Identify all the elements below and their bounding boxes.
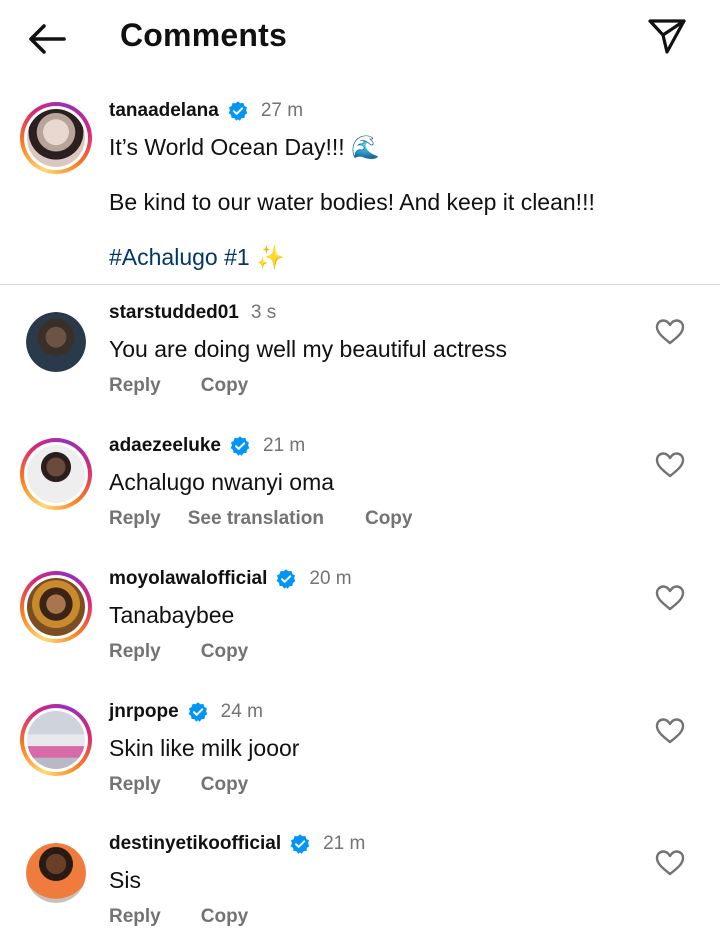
heart-icon[interactable]: [655, 849, 685, 877]
comment-header: adaezeeluke 21 m: [109, 433, 305, 459]
copy-button[interactable]: Copy: [201, 641, 249, 663]
heart-icon[interactable]: [655, 451, 685, 479]
page-title: Comments: [120, 17, 287, 53]
username[interactable]: starstudded01: [109, 302, 239, 324]
avatar[interactable]: [20, 102, 92, 174]
comment-header: starstudded01 3 s: [109, 300, 276, 326]
paper-plane-icon[interactable]: [646, 16, 688, 56]
comment-item: starstudded01 3 s You are doing well my …: [0, 300, 720, 420]
caption-header: tanaadelana 27 m: [109, 98, 303, 124]
caption-line: It’s World Ocean Day!!! 🌊: [109, 134, 380, 160]
username[interactable]: jnrpope: [109, 701, 179, 723]
avatar[interactable]: [20, 571, 92, 643]
comment-header: moyolawalofficial 20 m: [109, 566, 352, 592]
sparkle-emoji: ✨: [256, 244, 285, 270]
verified-badge-icon: [230, 436, 250, 456]
timestamp: 21 m: [262, 435, 306, 456]
reply-button[interactable]: Reply: [109, 641, 161, 663]
avatar[interactable]: [20, 438, 92, 510]
username[interactable]: moyolawalofficial: [109, 568, 267, 590]
comment-text: Sis: [109, 867, 141, 893]
verified-badge-icon: [277, 569, 296, 589]
hashtag-link[interactable]: #Achalugo #1: [109, 244, 250, 270]
comment-header: jnrpope 24 m: [109, 699, 263, 725]
comment-item: jnrpope 24 m Skin like milk jooor Reply …: [0, 699, 720, 819]
heart-icon[interactable]: [655, 318, 685, 346]
username[interactable]: adaezeeluke: [109, 435, 221, 457]
divider: [0, 284, 720, 285]
comment-actions: Reply Copy: [109, 906, 248, 928]
comment-text: You are doing well my beautiful actress: [109, 336, 508, 362]
comment-actions: Reply See translation Copy: [109, 508, 412, 530]
username[interactable]: destinyetikoofficial: [109, 833, 281, 855]
heart-icon[interactable]: [655, 584, 685, 612]
copy-button[interactable]: Copy: [201, 375, 249, 397]
reply-button[interactable]: Reply: [109, 508, 161, 530]
comment-text: Achalugo nwanyi oma: [109, 469, 335, 495]
copy-button[interactable]: Copy: [201, 906, 249, 928]
comment-actions: Reply Copy: [109, 375, 248, 397]
see-translation-button[interactable]: See translation: [188, 508, 324, 530]
timestamp: 20 m: [309, 568, 352, 589]
reply-button[interactable]: Reply: [109, 774, 161, 796]
comment-item: adaezeeluke 21 m Achalugo nwanyi oma Rep…: [0, 433, 720, 553]
caption-line: Be kind to our water bodies! And keep it…: [109, 189, 595, 215]
comment-actions: Reply Copy: [109, 641, 248, 663]
comment-header: destinyetikoofficial 21 m: [109, 831, 365, 857]
top-bar: Comments: [0, 0, 720, 80]
verified-badge-icon: [290, 834, 310, 854]
comment-item: moyolawalofficial 20 m Tanabaybee Reply …: [0, 566, 720, 686]
verified-badge-icon: [228, 101, 248, 121]
reply-button[interactable]: Reply: [109, 906, 161, 928]
avatar[interactable]: [20, 704, 92, 776]
username[interactable]: tanaadelana: [109, 100, 219, 122]
post-caption: tanaadelana 27 m It’s World Ocean Day!!!…: [0, 90, 720, 285]
copy-button[interactable]: Copy: [365, 508, 413, 530]
avatar[interactable]: [26, 843, 86, 903]
comment-text: Skin like milk jooor: [109, 735, 300, 761]
timestamp: 21 m: [323, 833, 366, 854]
avatar[interactable]: [26, 312, 86, 372]
reply-button[interactable]: Reply: [109, 375, 161, 397]
caption-hashtags: #Achalugo #1 ✨: [109, 244, 285, 271]
comment-item: destinyetikoofficial 21 m Sis Reply Copy: [0, 831, 720, 951]
arrow-left-icon[interactable]: [26, 20, 68, 58]
comment-text: Tanabaybee: [109, 602, 235, 628]
comment-actions: Reply Copy: [109, 774, 248, 796]
copy-button[interactable]: Copy: [201, 774, 249, 796]
timestamp: 27 m: [260, 100, 304, 121]
timestamp: 24 m: [220, 701, 263, 722]
heart-icon[interactable]: [655, 717, 685, 745]
verified-badge-icon: [188, 702, 208, 722]
timestamp: 3 s: [250, 302, 277, 323]
